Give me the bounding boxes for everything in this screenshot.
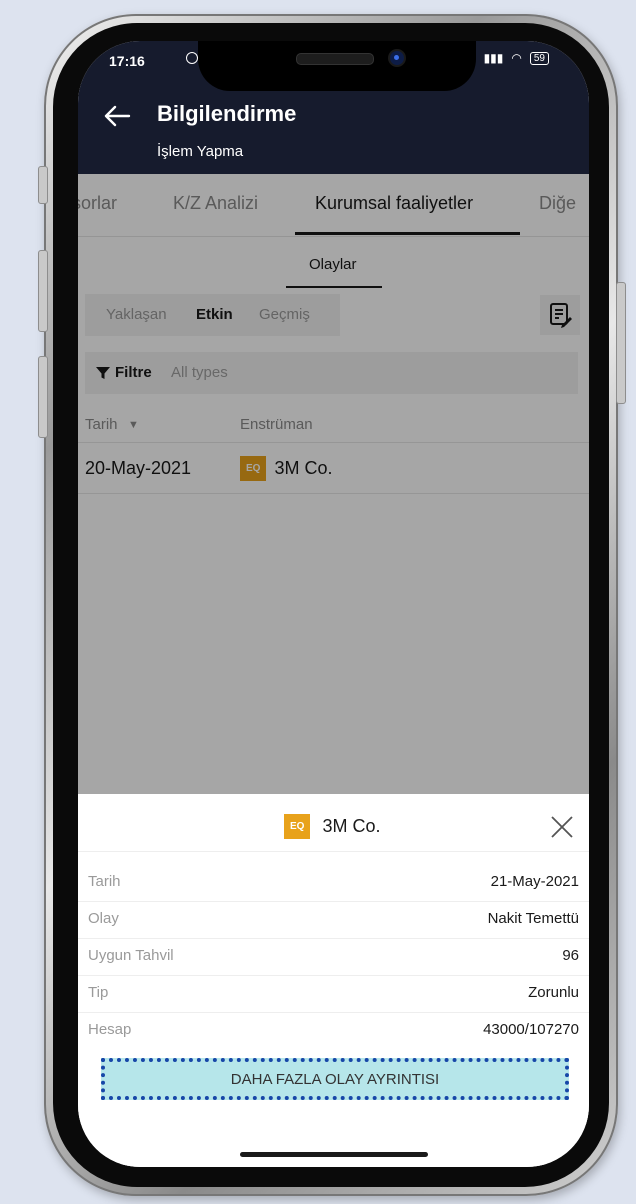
volume-up-button: [38, 250, 48, 332]
detail-value-type: Zorunlu: [528, 984, 579, 1001]
screen: 17:16 ▮▮▮ ◠ 59 Bilgilendirme İşlem Yapma…: [78, 41, 589, 1167]
detail-divider: [78, 975, 589, 976]
detail-label-account: Hesap: [88, 1021, 132, 1038]
detail-label-event: Olay: [88, 910, 119, 927]
detail-label-eligible-bond: Uygun Tahvil: [88, 947, 174, 964]
detail-divider: [78, 1012, 589, 1013]
detail-divider: [78, 901, 589, 902]
sheet-header-divider: [78, 851, 589, 852]
home-indicator: [240, 1152, 428, 1157]
event-detail-sheet: EQ 3M Co. Tarih 21-May-2021 Olay Nakit T…: [78, 794, 589, 1167]
app-header: 17:16 ▮▮▮ ◠ 59 Bilgilendirme İşlem Yapma: [78, 41, 589, 174]
sheet-header: EQ 3M Co.: [284, 814, 380, 839]
close-icon[interactable]: [549, 814, 575, 840]
more-event-details-button[interactable]: DAHA FAZLA OLAY AYRINTISI: [101, 1058, 569, 1100]
mute-switch: [38, 166, 48, 204]
page-subtitle: İşlem Yapma: [157, 143, 244, 160]
wifi-icon: ◠: [511, 51, 522, 65]
status-time: 17:16: [109, 53, 145, 69]
status-right-icons: ▮▮▮ ◠ 59: [484, 51, 549, 65]
notch: [198, 41, 476, 91]
page-title: Bilgilendirme: [157, 101, 297, 126]
detail-value-date: 21-May-2021: [490, 873, 579, 890]
battery-icon: 59: [529, 51, 549, 65]
detail-label-type: Tip: [88, 984, 109, 1001]
detail-divider: [78, 938, 589, 939]
detail-value-account: 43000/107270: [483, 1021, 579, 1038]
detail-value-eligible-bond: 96: [562, 947, 579, 964]
volume-down-button: [38, 356, 48, 438]
front-camera: [390, 51, 404, 65]
alarm-icon: [186, 52, 198, 64]
signal-icon: ▮▮▮: [483, 51, 504, 65]
detail-label-date: Tarih: [88, 873, 121, 890]
sheet-equity-badge: EQ: [284, 814, 311, 839]
speaker: [296, 53, 374, 65]
power-button: [616, 282, 626, 404]
back-arrow-icon[interactable]: [102, 101, 132, 131]
detail-value-event: Nakit Temettü: [487, 910, 579, 927]
sheet-title: 3M Co.: [322, 816, 381, 836]
